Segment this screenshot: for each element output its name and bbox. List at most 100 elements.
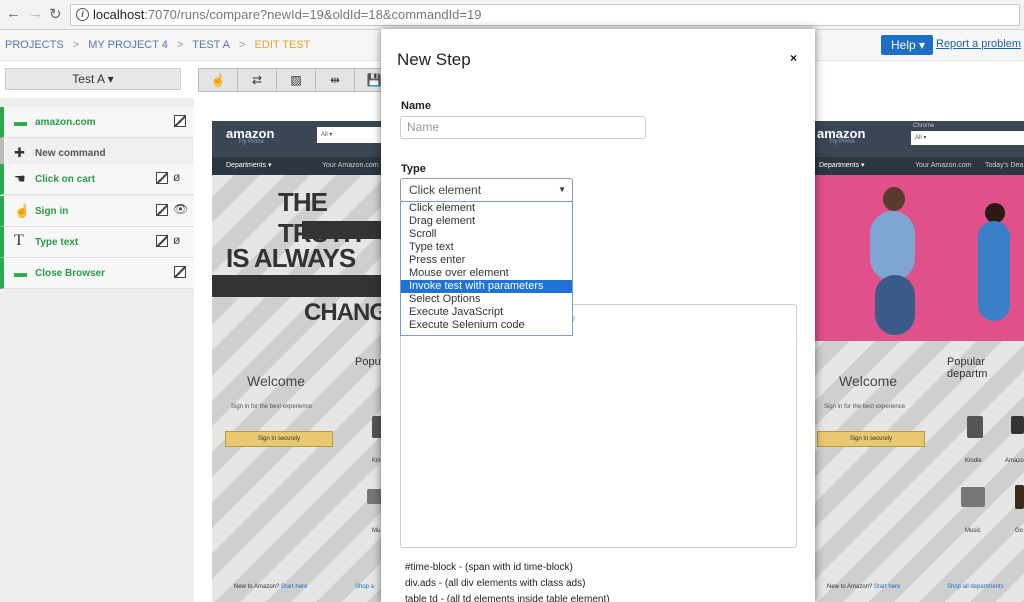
eye-slash-icon[interactable]: ø xyxy=(173,170,180,184)
edit-icon[interactable] xyxy=(174,115,186,127)
help-button[interactable]: Help ▾ xyxy=(881,35,933,55)
hero-band xyxy=(302,221,382,239)
step-item[interactable]: ☝ Sign in 👁 xyxy=(0,196,194,227)
your-amazon-label: Your Amazon.com xyxy=(915,162,972,169)
person-figure xyxy=(978,221,1010,321)
type-select-value: Click element xyxy=(409,183,482,197)
person-head xyxy=(985,203,1005,223)
step-item[interactable]: ▬ amazon.com xyxy=(0,107,194,138)
option-click-element[interactable]: Click element xyxy=(401,202,572,215)
search-box: All ▾ xyxy=(911,131,1024,145)
breadcrumb-projects[interactable]: PROJECTS xyxy=(5,39,64,51)
address-bar[interactable]: i localhost:7070/runs/compare?newId=19&o… xyxy=(70,4,1020,26)
person-head xyxy=(883,187,905,211)
back-arrow-icon[interactable]: ← xyxy=(6,5,21,22)
click-hand-icon: ☚ xyxy=(14,171,26,186)
music-label: Music xyxy=(965,528,981,534)
page-icon: ▬ xyxy=(14,265,27,280)
popular-heading: Popular departm xyxy=(947,356,988,380)
info-icon[interactable]: i xyxy=(76,8,89,21)
edit-icon[interactable] xyxy=(174,266,186,278)
step-label: amazon.com xyxy=(35,117,96,128)
edit-icon[interactable] xyxy=(156,235,168,247)
test-select[interactable]: Test A ▾ xyxy=(5,68,181,90)
close-icon[interactable]: × xyxy=(790,51,797,65)
option-select-options[interactable]: Select Options xyxy=(401,293,572,306)
breadcrumb-current: EDIT TEST xyxy=(254,39,311,51)
edit-icon[interactable] xyxy=(156,204,168,216)
signin-text: Sign in for the best experience xyxy=(824,404,906,410)
prime-label: Try Prime xyxy=(238,139,264,145)
step-label: Sign in xyxy=(35,206,69,217)
welcome-heading: Welcome xyxy=(247,373,306,389)
step-textarea[interactable]: ep xyxy=(400,304,797,548)
edit-icon[interactable] xyxy=(156,172,168,184)
start-here-link: Start here xyxy=(874,584,901,590)
person-figure xyxy=(870,211,915,281)
edit-tool-button[interactable]: ▨ xyxy=(276,68,316,92)
option-drag-element[interactable]: Drag element xyxy=(401,215,572,228)
step-item[interactable]: ▬ Close Browser xyxy=(0,258,194,289)
name-input[interactable]: Name xyxy=(400,116,646,139)
breadcrumb-project[interactable]: MY PROJECT 4 xyxy=(88,39,168,51)
breadcrumb-test[interactable]: TEST A xyxy=(192,39,230,51)
option-type-text[interactable]: Type text xyxy=(401,241,572,254)
report-problem-link[interactable]: Report a problem xyxy=(936,38,1021,50)
hero-band xyxy=(212,275,382,297)
wine-image xyxy=(1015,485,1024,509)
new-to-amazon: New to Amazon? Start here xyxy=(234,584,307,590)
text-icon: T xyxy=(14,232,24,249)
reload-icon[interactable]: ↻ xyxy=(49,5,62,23)
todays-deals-label: Today's Dea xyxy=(985,162,1024,169)
url-path: :7070/runs/compare?newId=19&oldId=18&com… xyxy=(144,7,482,22)
step-item[interactable]: ☚ Click on cart ø xyxy=(0,164,194,195)
option-mouse-over[interactable]: Mouse over element xyxy=(401,267,572,280)
hero-text: IS ALWAYS xyxy=(226,243,356,273)
new-step-dialog: New Step × Name Name Type Click element … xyxy=(381,29,815,602)
name-label: Name xyxy=(401,100,431,112)
url-host: localhost xyxy=(93,7,145,22)
option-scroll[interactable]: Scroll xyxy=(401,228,572,241)
departments-label: Departments ▾ xyxy=(226,162,272,169)
option-invoke-test[interactable]: Invoke test with parameters xyxy=(401,280,572,293)
option-execute-selenium[interactable]: Execute Selenium code xyxy=(401,319,572,332)
departments-bar: Departments ▾ Your Amazon.com xyxy=(212,157,382,175)
breadcrumb-separator: > xyxy=(72,39,80,51)
start-here-link: Start here xyxy=(281,584,308,590)
split-tool-button[interactable]: ⇹ xyxy=(315,68,355,92)
eye-slash-icon[interactable]: ø xyxy=(173,233,180,247)
option-execute-javascript[interactable]: Execute JavaScript xyxy=(401,306,572,319)
eye-icon[interactable]: 👁 xyxy=(173,202,188,216)
amazon-header: amazon Try Prime All ▾ xyxy=(212,121,382,157)
music-image xyxy=(367,489,382,504)
hero-text: THE TRUTH xyxy=(278,187,362,248)
kindle-label: Kin xyxy=(372,458,381,464)
hero-text: CHANGIN xyxy=(304,299,382,326)
selector-hint: div.ads - (all div elements with class a… xyxy=(405,578,586,589)
music-label: Mu xyxy=(372,528,381,534)
steps-panel: ▬ amazon.com ✚ New command ☚ Click on ca… xyxy=(0,98,194,602)
new-to-amazon: New to Amazon? Start here xyxy=(827,584,900,590)
signin-button: Sign in securely xyxy=(817,431,925,447)
browser-toolbar: ← → ↻ i localhost:7070/runs/compare?newI… xyxy=(0,0,1024,30)
type-dropdown-list: Click element Drag element Scroll Type t… xyxy=(400,201,573,336)
type-select[interactable]: Click element ▼ xyxy=(400,178,573,202)
new-to-text: New to Amazon? xyxy=(234,584,280,590)
music-image xyxy=(961,487,985,507)
page-icon: ▬ xyxy=(14,114,27,129)
shop-all-link: Shop all departments xyxy=(947,584,1004,590)
old-screenshot-preview: amazon Try Prime All ▾ Departments ▾ You… xyxy=(212,121,382,602)
step-label: New command xyxy=(35,148,106,159)
tool-group: ☝ ⇄ ▨ ⇹ 💾 xyxy=(198,68,394,92)
amazon-header: amazon Try Prime All ▾ Chrome xyxy=(815,121,1024,157)
type-label: Type xyxy=(401,163,426,175)
compare-tool-button[interactable]: ⇄ xyxy=(237,68,277,92)
pointer-tool-button[interactable]: ☝ xyxy=(198,68,238,92)
person-figure xyxy=(875,275,915,335)
chrome-label: Chrome xyxy=(913,123,935,129)
amazon-label: Amazo xyxy=(1005,458,1024,464)
step-item[interactable]: T Type text ø xyxy=(0,227,194,258)
option-press-enter[interactable]: Press enter xyxy=(401,254,572,267)
step-label: Close Browser xyxy=(35,268,106,279)
forward-arrow-icon[interactable]: → xyxy=(28,5,43,22)
